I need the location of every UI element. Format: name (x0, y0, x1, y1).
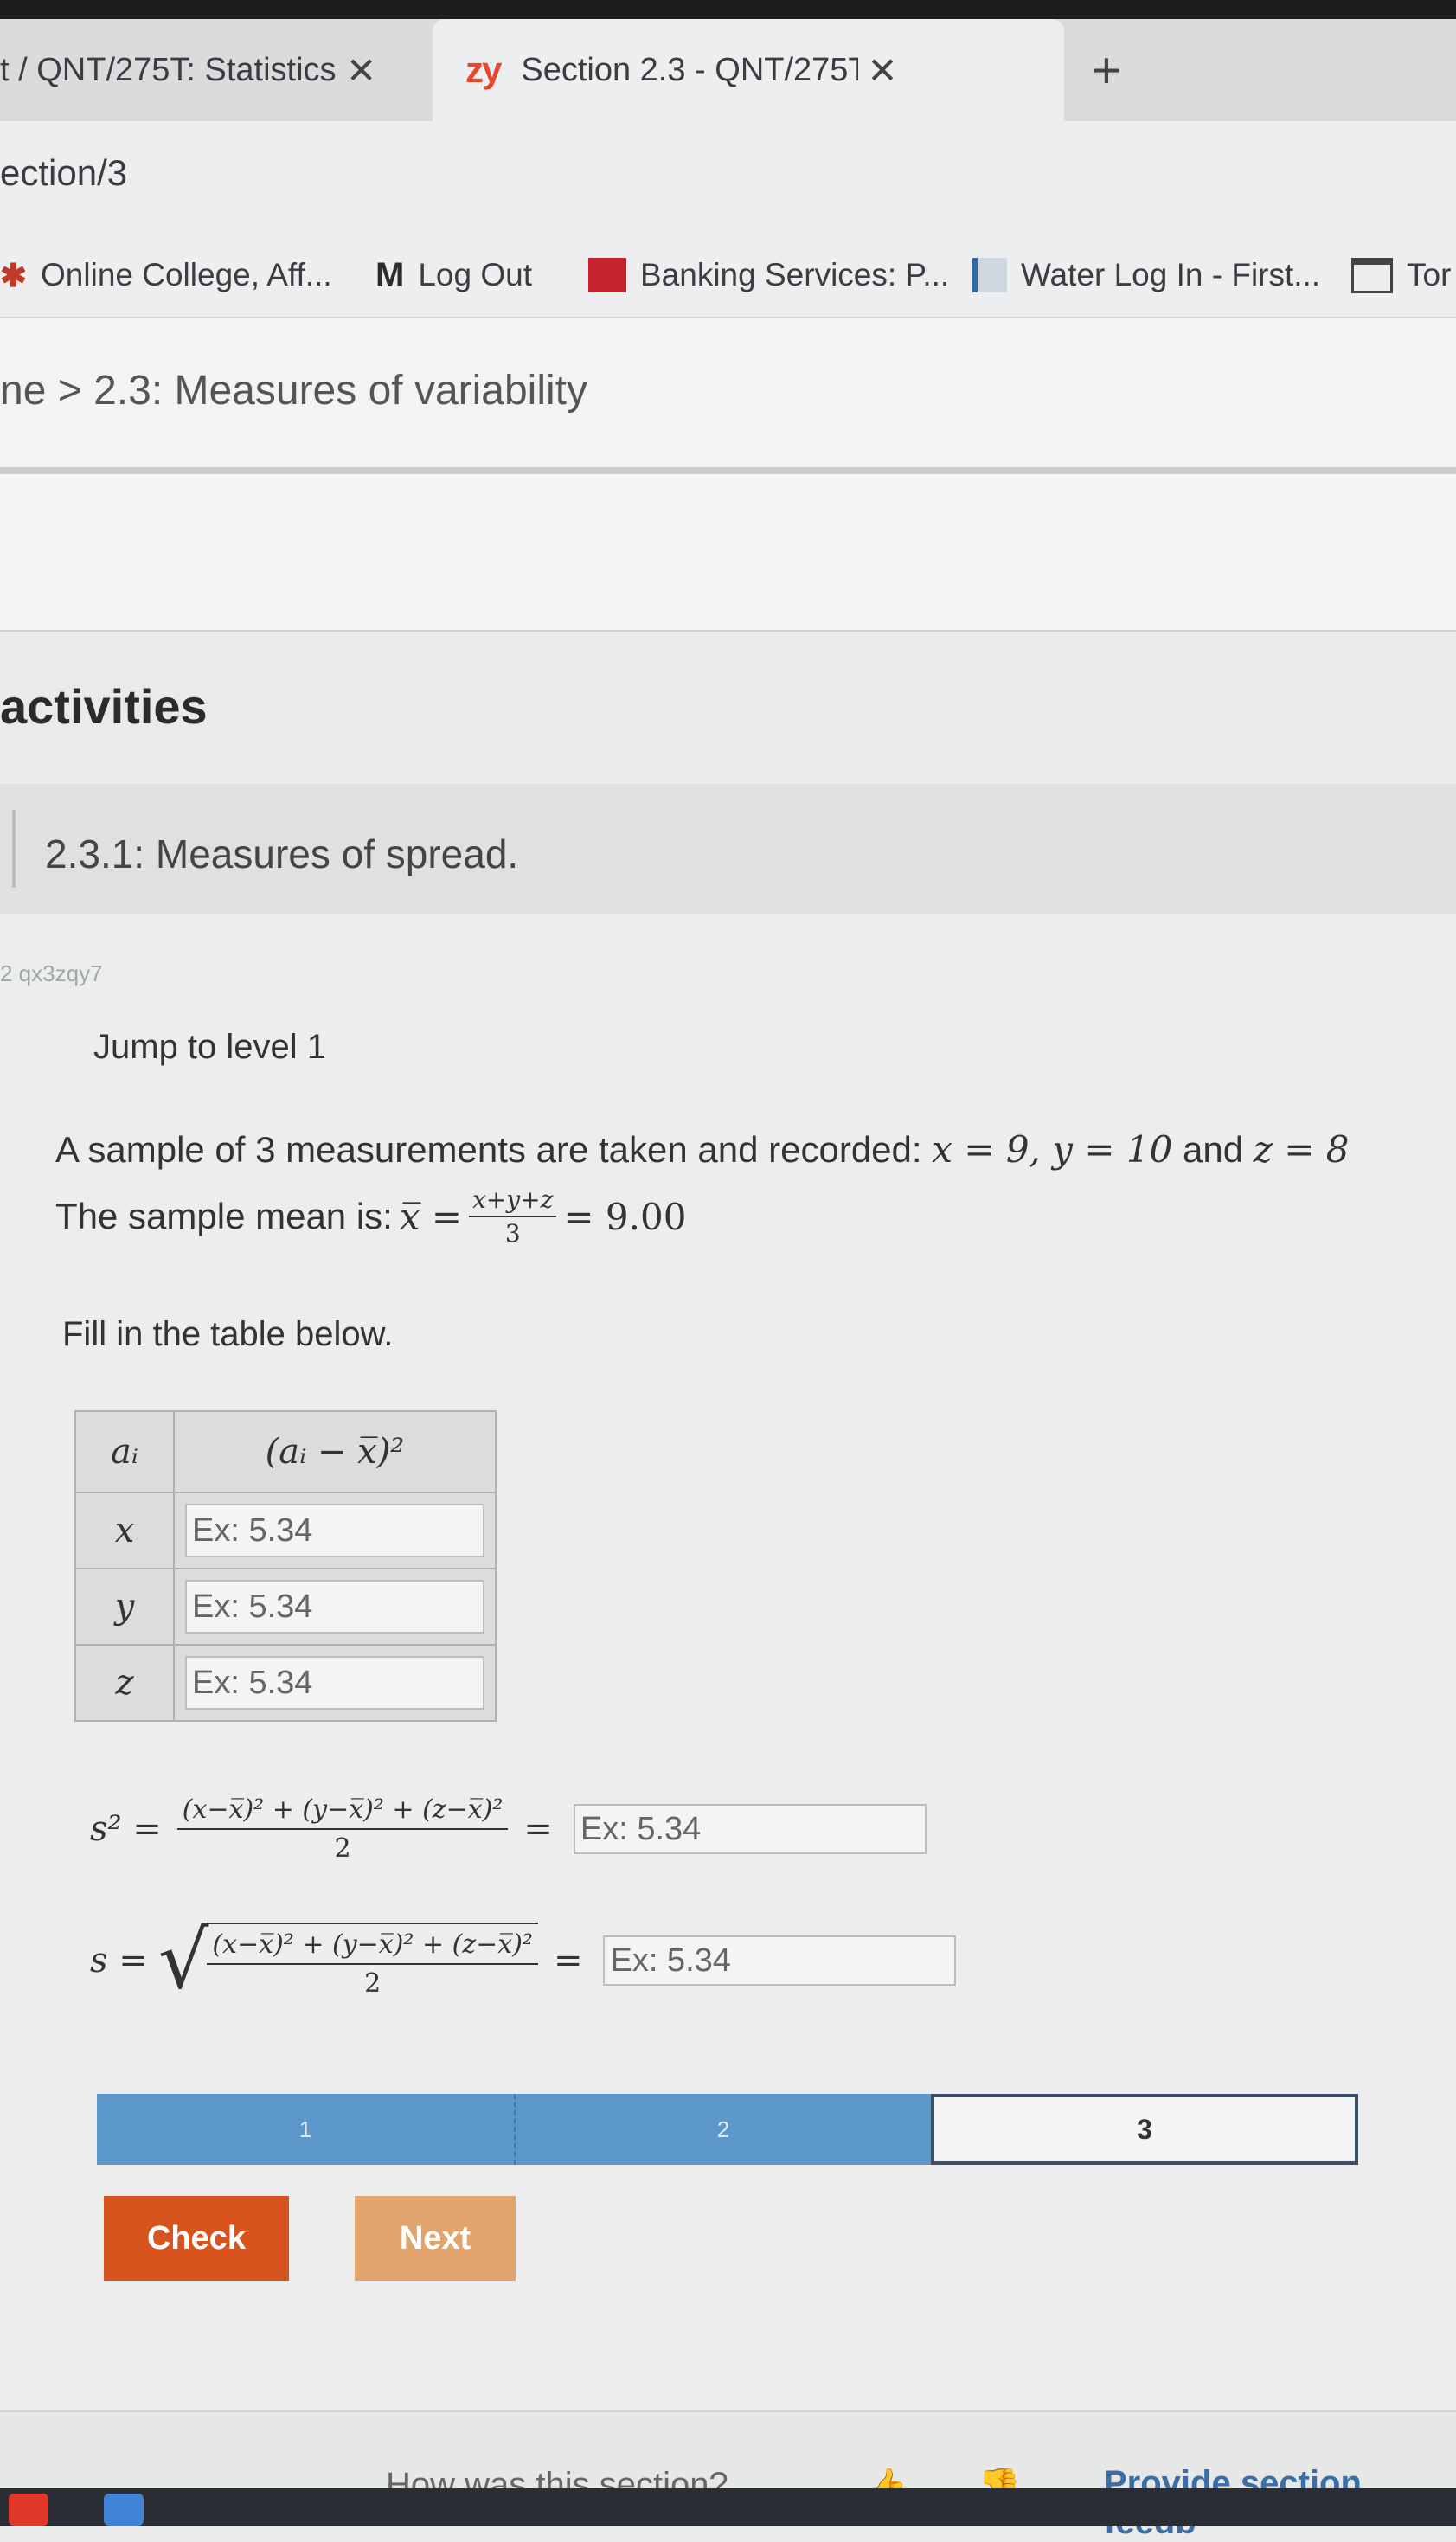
app-icon[interactable] (9, 2494, 48, 2526)
bookmark-banking-services[interactable]: Banking Services: P... (588, 234, 949, 317)
stdev-lhs: s = (90, 1941, 148, 1980)
stdev-denominator: 2 (364, 1968, 382, 1999)
answer-cell (173, 1568, 497, 1646)
bookmarks-bar: ✱ Online College, Aff... M Log Out Banki… (0, 234, 1456, 318)
screen-bezel (0, 0, 1456, 19)
college-icon: ✱ (0, 257, 28, 293)
close-icon[interactable]: ✕ (867, 49, 897, 92)
mean-lhs: x̅ = (399, 1195, 463, 1238)
section-marker (12, 810, 16, 888)
header-ai: aᵢ (74, 1410, 175, 1493)
breadcrumb-bar: ne > 2.3: Measures of variability (0, 318, 1456, 474)
bookmark-online-college[interactable]: ✱ Online College, Aff... (0, 234, 332, 317)
level-1-segment[interactable]: 1 (97, 2094, 516, 2165)
level-3-segment[interactable]: 3 (931, 2094, 1358, 2165)
mean-denominator: 3 (504, 1219, 521, 1248)
stdev-numerator: (x−x̅)² + (y−x̅)² + (z−x̅)² (207, 1929, 538, 1965)
instruction-text: Fill in the table below. (62, 1315, 394, 1353)
new-tab-button[interactable]: + (1092, 19, 1121, 121)
close-icon[interactable]: ✕ (346, 49, 376, 92)
variance-answer-input[interactable] (573, 1804, 927, 1854)
row-label: y (74, 1568, 175, 1646)
deviation-table: aᵢ (aᵢ − x̅)² x y z (74, 1410, 497, 1722)
header-squared-deviation: (aᵢ − x̅)² (173, 1410, 497, 1493)
level-progress: 1 2 3 (97, 2094, 1456, 2165)
check-button[interactable]: Check (104, 2196, 289, 2281)
variance-fraction: (x−x̅)² + (y−x̅)² + (z−x̅)² 2 (176, 1794, 509, 1864)
activities-heading: activities (0, 679, 208, 734)
bookmark-tor[interactable]: Tor (1351, 234, 1451, 317)
stdev-formula: s = √ (x−x̅)² + (y−x̅)² + (z−x̅)² 2 = (90, 1921, 957, 2000)
answer-cell (173, 1492, 497, 1569)
bookmark-label: Banking Services: P... (640, 257, 950, 292)
radical-sign: √ (157, 1914, 209, 2006)
answer-input-y[interactable] (185, 1580, 484, 1634)
gmail-icon: M (375, 255, 405, 294)
activity-id: 2 qx3zqy7 (0, 960, 103, 986)
level-2-segment[interactable]: 2 (516, 2094, 931, 2165)
address-bar[interactable]: ection/3 (0, 121, 1456, 234)
stdev-fraction: (x−x̅)² + (y−x̅)² + (z−x̅)² 2 (207, 1923, 538, 1999)
header-band (0, 474, 1456, 632)
tab-title: t / QNT/275T: Statistics f (0, 51, 337, 88)
bookmark-label: Online College, Aff... (41, 257, 332, 292)
x-y-values: x = 9, y = 10 (932, 1128, 1173, 1171)
bookmark-water-log-in[interactable]: Water Log In - First... (972, 234, 1320, 317)
intro-text: A sample of 3 measurements are taken and… (55, 1129, 933, 1170)
variance-formula: s² = (x−x̅)² + (y−x̅)² + (z−x̅)² 2 = (90, 1794, 927, 1864)
variance-denominator: 2 (334, 1833, 351, 1864)
zybooks-icon: zy (465, 49, 502, 90)
z-value: z = 8 (1253, 1128, 1350, 1171)
bookmark-log-out[interactable]: M Log Out (375, 234, 532, 317)
app-icon[interactable] (104, 2494, 144, 2526)
url-text: ection/3 (0, 152, 128, 193)
and-text: and (1172, 1129, 1254, 1170)
answer-input-z[interactable] (185, 1656, 484, 1710)
sample-mean: The sample mean is: x̅ = x+y+z 3 = 9.00 (55, 1185, 686, 1248)
answer-cell (173, 1644, 497, 1722)
row-label: x (74, 1492, 175, 1569)
section-header: 2.3.1: Measures of spread. (0, 784, 1456, 914)
mean-numerator: x+y+z (469, 1185, 557, 1217)
tab-bar: t / QNT/275T: Statistics f ✕ zy Section … (0, 19, 1456, 121)
jump-to-level[interactable]: Jump to level 1 (93, 1028, 326, 1067)
tab-section-2-3[interactable]: zy Section 2.3 - QNT/275T: Statistic ✕ (433, 19, 1064, 121)
mean-fraction: x+y+z 3 (469, 1185, 557, 1248)
table-header-row: aᵢ (aᵢ − x̅)² (74, 1410, 497, 1493)
variance-lhs: s² = (90, 1809, 162, 1849)
square-root: √ (x−x̅)² + (y−x̅)² + (z−x̅)² 2 (158, 1921, 538, 2000)
taskbar (0, 2488, 1456, 2526)
variance-numerator: (x−x̅)² + (y−x̅)² + (z−x̅)² (176, 1794, 509, 1830)
tab-title: Section 2.3 - QNT/275T: Statistic (521, 51, 859, 88)
bank-icon (588, 258, 626, 292)
row-label: z (74, 1644, 175, 1722)
tab-statistics[interactable]: t / QNT/275T: Statistics f ✕ (0, 19, 433, 121)
next-button[interactable]: Next (355, 2196, 516, 2281)
table-row: z (74, 1644, 497, 1722)
card-icon (1351, 257, 1393, 293)
equals-sign: = (523, 1809, 553, 1849)
stdev-answer-input[interactable] (603, 1935, 957, 1986)
problem-statement: A sample of 3 measurements are taken and… (55, 1128, 1349, 1171)
bookmark-label: Tor (1407, 257, 1452, 292)
answer-input-x[interactable] (185, 1504, 484, 1557)
section-title: 2.3.1: Measures of spread. (45, 831, 519, 876)
bookmark-label: Water Log In - First... (1021, 257, 1321, 292)
table-row: x (74, 1492, 497, 1569)
equals-sign: = (553, 1941, 583, 1980)
bookmark-label: Log Out (418, 257, 532, 292)
breadcrumb[interactable]: ne > 2.3: Measures of variability (0, 367, 587, 414)
table-row: y (74, 1568, 497, 1646)
water-icon (972, 258, 1007, 292)
mean-text: The sample mean is: (55, 1196, 393, 1236)
mean-value: = 9.00 (563, 1195, 687, 1238)
